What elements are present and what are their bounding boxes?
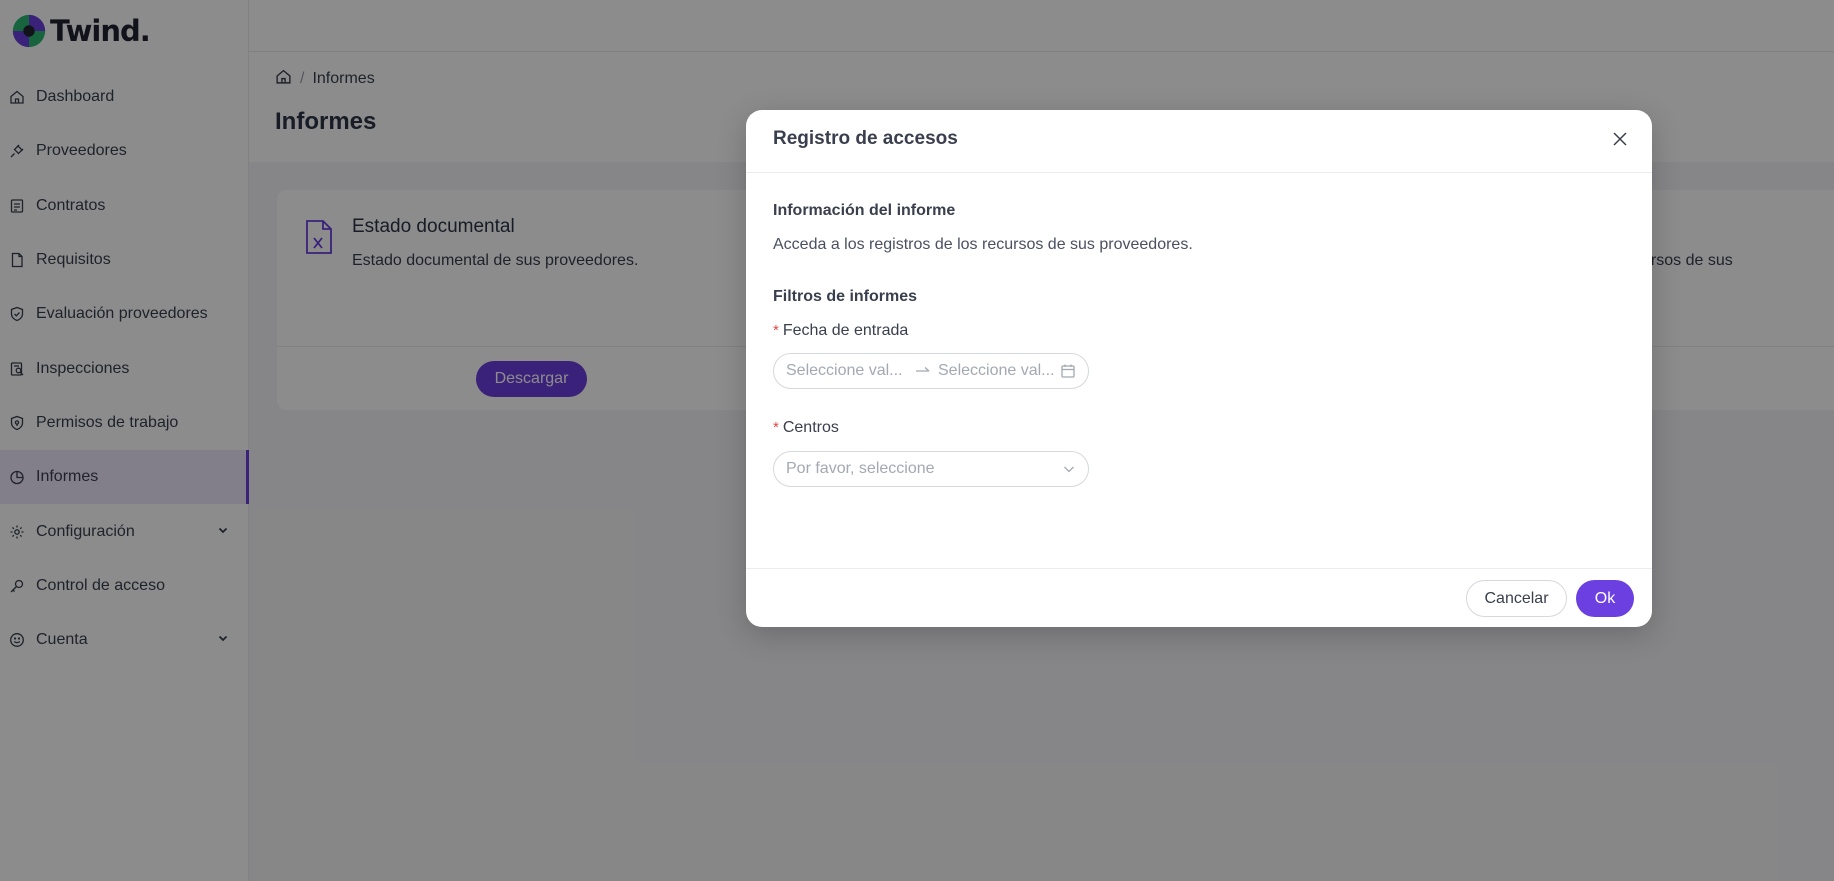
centros-label-text: Centros bbox=[782, 419, 839, 436]
info-section-description: Acceda a los registros de los recursos d… bbox=[773, 236, 1193, 253]
modal-title: Registro de accesos bbox=[773, 128, 958, 149]
ok-button[interactable]: Ok bbox=[1576, 580, 1634, 617]
centros-select[interactable]: Por favor, seleccione bbox=[773, 451, 1089, 487]
end-date-input[interactable]: Seleccione val... bbox=[938, 362, 1060, 380]
cancel-button[interactable]: Cancelar bbox=[1466, 580, 1567, 617]
modal-footer-divider bbox=[746, 568, 1652, 569]
modal-divider bbox=[746, 172, 1652, 173]
fecha-entrada-label-text: Fecha de entrada bbox=[782, 322, 909, 339]
centros-label: * Centros bbox=[773, 419, 839, 437]
date-range-picker[interactable]: Seleccione val... Seleccione val... bbox=[773, 353, 1089, 389]
calendar-icon bbox=[1060, 363, 1076, 379]
chevron-down-icon bbox=[1062, 462, 1076, 476]
required-mark: * bbox=[773, 419, 779, 436]
close-icon[interactable] bbox=[1610, 129, 1630, 149]
required-mark: * bbox=[773, 322, 779, 339]
arrow-right-icon bbox=[908, 366, 938, 376]
start-date-input[interactable]: Seleccione val... bbox=[786, 362, 908, 380]
centros-placeholder: Por favor, seleccione bbox=[786, 460, 935, 477]
fecha-entrada-label: * Fecha de entrada bbox=[773, 322, 908, 340]
info-section-title: Información del informe bbox=[773, 202, 956, 219]
access-log-modal: Registro de accesos Información del info… bbox=[746, 110, 1652, 627]
filters-section-title: Filtros de informes bbox=[773, 288, 918, 305]
